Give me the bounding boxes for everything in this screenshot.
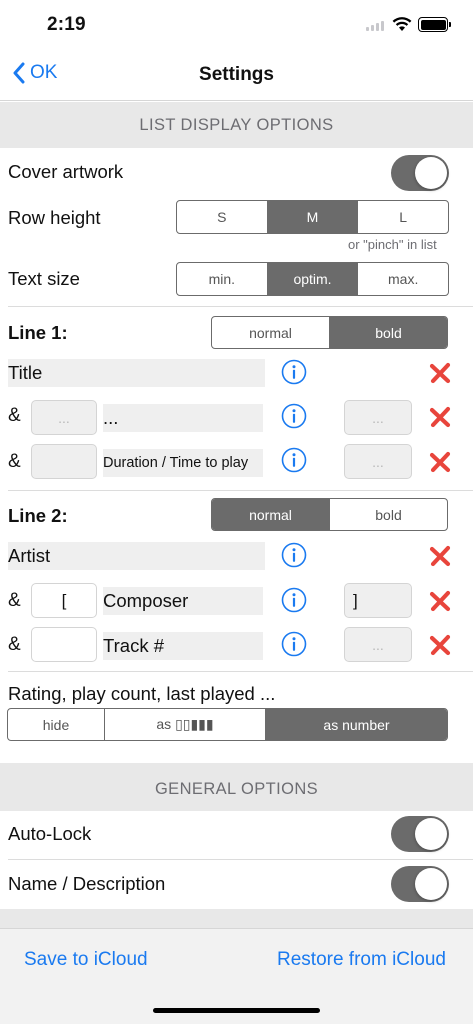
delete-x-icon[interactable] — [429, 362, 451, 384]
line1-label: Line 1: — [8, 322, 68, 343]
divider — [8, 490, 473, 491]
rating-option-as-number[interactable]: as number — [265, 709, 447, 740]
line2-style-bold[interactable]: bold — [329, 499, 447, 530]
info-icon[interactable] — [281, 542, 307, 568]
line2-field-artist[interactable]: Artist — [8, 542, 265, 570]
line1-row2-suffix-input[interactable]: ... — [344, 400, 412, 435]
text-size-option-max[interactable]: max. — [357, 263, 448, 295]
line2-row2-prefix-input[interactable]: [ — [31, 583, 97, 618]
divider — [8, 671, 473, 672]
auto-lock-label: Auto-Lock — [8, 823, 92, 844]
rating-option-hide[interactable]: hide — [8, 709, 104, 740]
row-height-option-l[interactable]: L — [357, 201, 448, 233]
line1-style-bold[interactable]: bold — [329, 317, 447, 348]
line1-row2-field[interactable]: ... — [103, 404, 263, 432]
line2-row2-field[interactable]: Composer — [103, 587, 263, 615]
cellular-signal-icon — [366, 21, 384, 31]
name-description-label: Name / Description — [8, 873, 166, 894]
line1-field-title[interactable]: Title — [8, 359, 265, 387]
status-bar: 2:19 — [0, 0, 473, 50]
battery-icon — [418, 17, 448, 32]
ampersand: & — [8, 634, 21, 655]
row-height-option-s[interactable]: S — [177, 201, 267, 233]
line1-style-normal[interactable]: normal — [212, 317, 329, 348]
info-icon[interactable] — [281, 587, 307, 613]
name-description-toggle[interactable] — [391, 866, 449, 902]
auto-lock-toggle[interactable] — [391, 816, 449, 852]
info-icon[interactable] — [281, 447, 307, 473]
ampersand: & — [8, 590, 21, 611]
ampersand: & — [8, 405, 21, 426]
wifi-icon — [392, 17, 412, 31]
row-height-option-m[interactable]: M — [266, 201, 358, 233]
cover-artwork-label: Cover artwork — [8, 161, 124, 182]
restore-from-icloud-button[interactable]: Restore from iCloud — [277, 949, 446, 971]
rating-option-as-bars[interactable]: as ▯▯▮▮▮ — [104, 709, 265, 740]
divider — [8, 306, 473, 307]
toggle-knob — [415, 868, 447, 900]
text-size-segmented: min. optim. max. — [176, 262, 449, 296]
section-header-list-display: LIST DISPLAY OPTIONS — [0, 102, 473, 148]
text-size-option-optim[interactable]: optim. — [266, 263, 358, 295]
line2-style-normal[interactable]: normal — [212, 499, 329, 530]
row-height-label: Row height — [8, 207, 101, 228]
battery-tip — [449, 22, 451, 27]
line2-row3-field[interactable]: Track # — [103, 632, 263, 660]
page-title: Settings — [199, 64, 274, 85]
navigation-bar: OK Settings — [0, 50, 473, 101]
line1-style-segmented: normal bold — [211, 316, 448, 349]
line2-row3-suffix-input[interactable]: ... — [344, 627, 412, 662]
info-icon[interactable] — [281, 359, 307, 385]
line1-row2-prefix-input[interactable]: ... — [31, 400, 97, 435]
delete-x-icon[interactable] — [429, 590, 451, 612]
info-icon[interactable] — [281, 403, 307, 429]
divider — [8, 859, 473, 860]
home-indicator — [153, 1008, 320, 1013]
cover-artwork-toggle[interactable] — [391, 155, 449, 191]
rating-label: Rating, play count, last played ... — [8, 683, 276, 704]
row-height-segmented: S M L — [176, 200, 449, 234]
line2-label: Line 2: — [8, 505, 68, 526]
status-time: 2:19 — [47, 14, 86, 35]
line1-row3-field[interactable]: Duration / Time to play — [103, 449, 263, 477]
ampersand: & — [8, 451, 21, 472]
delete-x-icon[interactable] — [429, 634, 451, 656]
line2-style-segmented: normal bold — [211, 498, 448, 531]
delete-x-icon[interactable] — [429, 545, 451, 567]
text-size-option-min[interactable]: min. — [177, 263, 267, 295]
line2-row3-prefix-input[interactable] — [31, 627, 97, 662]
section-header-general: GENERAL OPTIONS — [0, 763, 473, 811]
section-footer-spacer — [0, 909, 473, 929]
delete-x-icon[interactable] — [429, 406, 451, 428]
rating-display-segmented: hide as ▯▯▮▮▮ as number — [7, 708, 448, 741]
toggle-knob — [415, 818, 447, 850]
info-icon[interactable] — [281, 631, 307, 657]
line1-row3-prefix-input[interactable] — [31, 444, 97, 479]
line1-row3-suffix-input[interactable]: ... — [344, 444, 412, 479]
text-size-label: Text size — [8, 268, 80, 289]
delete-x-icon[interactable] — [429, 451, 451, 473]
toggle-knob — [415, 157, 447, 189]
pinch-hint: or "pinch" in list — [348, 237, 437, 252]
line2-row2-suffix-input[interactable]: ] — [344, 583, 412, 618]
save-to-icloud-button[interactable]: Save to iCloud — [24, 949, 148, 971]
